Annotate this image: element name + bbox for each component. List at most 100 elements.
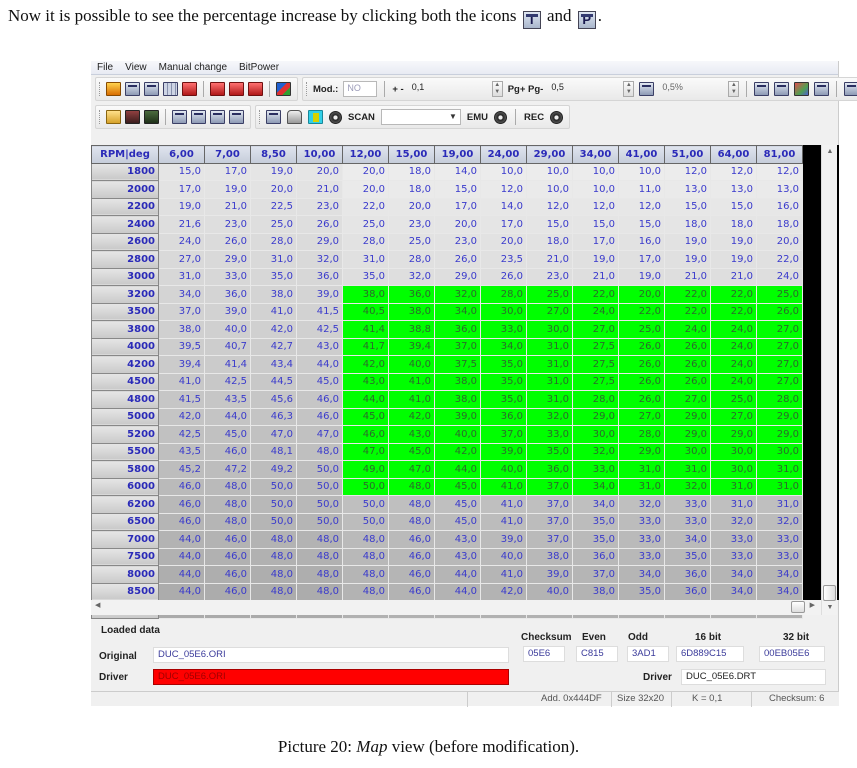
map-cell[interactable]: 31,0 xyxy=(710,495,757,514)
map-cell[interactable]: 39,5 xyxy=(158,337,205,356)
map-cell[interactable]: 48,0 xyxy=(342,530,389,549)
map-cell[interactable]: 30,0 xyxy=(710,442,757,461)
map-cell[interactable]: 12,0 xyxy=(710,162,757,181)
map-cell[interactable]: 45,0 xyxy=(388,442,435,461)
table-split-icon[interactable] xyxy=(229,110,244,124)
map-cell[interactable]: 35,0 xyxy=(342,267,389,286)
map-cell[interactable]: 37,0 xyxy=(526,512,573,531)
map-cell[interactable]: 40,0 xyxy=(480,460,527,479)
map-cell[interactable]: 31,0 xyxy=(342,250,389,269)
map-cell[interactable]: 31,0 xyxy=(664,460,711,479)
checksum-field[interactable]: 05E6 xyxy=(523,646,565,662)
map-cell[interactable]: 30,0 xyxy=(572,425,619,444)
map-cell[interactable]: 29,0 xyxy=(756,425,803,444)
map-cell[interactable]: 42,0 xyxy=(342,355,389,374)
map-cell[interactable]: 44,5 xyxy=(250,372,297,391)
map-cell[interactable]: 29,0 xyxy=(664,425,711,444)
map-cell[interactable]: 31,0 xyxy=(756,495,803,514)
map-cell[interactable]: 46,0 xyxy=(158,512,205,531)
row-header-rpm[interactable]: 8000 xyxy=(91,565,159,584)
map-cell[interactable]: 11,0 xyxy=(618,180,665,199)
map-cell[interactable]: 42,0 xyxy=(158,407,205,426)
map-cell[interactable]: 46,0 xyxy=(342,425,389,444)
map-cell[interactable]: 34,0 xyxy=(664,530,711,549)
map-cell[interactable]: 21,0 xyxy=(664,267,711,286)
map-cell[interactable]: 15,0 xyxy=(526,215,573,234)
home-icon[interactable] xyxy=(106,82,121,96)
map-cell[interactable]: 42,5 xyxy=(296,320,343,339)
map-cell[interactable]: 41,0 xyxy=(158,372,205,391)
map-cell[interactable]: 38,0 xyxy=(434,390,481,409)
map-cell[interactable]: 33,0 xyxy=(756,547,803,566)
map-cell[interactable]: 21,6 xyxy=(158,215,205,234)
map-cell[interactable]: 38,0 xyxy=(526,547,573,566)
map-cell[interactable]: 13,0 xyxy=(664,180,711,199)
map-cell[interactable]: 41,0 xyxy=(480,495,527,514)
map-cell[interactable]: 31,0 xyxy=(526,372,573,391)
map-cell[interactable]: 29,0 xyxy=(434,267,481,286)
color-map-icon[interactable] xyxy=(794,82,810,96)
row-header-rpm[interactable]: 7000 xyxy=(91,530,159,549)
map-cell[interactable]: 45,0 xyxy=(434,512,481,531)
table-t-icon[interactable] xyxy=(210,110,225,124)
map-cell[interactable]: 32,0 xyxy=(664,477,711,496)
map-cell[interactable]: 23,5 xyxy=(480,250,527,269)
map-cell[interactable]: 44,0 xyxy=(158,547,205,566)
scroll-right-icon[interactable]: ▶ xyxy=(810,601,815,609)
table-filter-icon[interactable] xyxy=(266,110,281,124)
map-cell[interactable]: 24,0 xyxy=(710,337,757,356)
map-cell[interactable]: 39,4 xyxy=(388,337,435,356)
map-cell[interactable]: 25,0 xyxy=(710,390,757,409)
map-cell[interactable]: 16,0 xyxy=(618,232,665,251)
map-cell[interactable]: 48,0 xyxy=(204,512,251,531)
map-cell[interactable]: 18,0 xyxy=(526,232,573,251)
map-cell[interactable]: 36,0 xyxy=(204,285,251,304)
row-header-rpm[interactable]: 3500 xyxy=(91,302,159,321)
map-cell[interactable]: 41,0 xyxy=(480,565,527,584)
map-cell[interactable]: 40,0 xyxy=(480,547,527,566)
map-cell[interactable]: 15,0 xyxy=(434,180,481,199)
row-header-rpm[interactable]: 2600 xyxy=(91,232,159,251)
spin-up-icon[interactable]: ▲ xyxy=(624,82,633,89)
map-cell[interactable]: 12,0 xyxy=(756,162,803,181)
map-cell[interactable]: 28,0 xyxy=(618,425,665,444)
row-header-rpm[interactable]: 2000 xyxy=(91,180,159,199)
map-cell[interactable]: 23,0 xyxy=(388,215,435,234)
driver-file-field[interactable]: DUC_05E6.ORI xyxy=(153,669,509,685)
map-cell[interactable]: 28,0 xyxy=(250,232,297,251)
map-cell[interactable]: 39,0 xyxy=(204,302,251,321)
map-cell[interactable]: 50,0 xyxy=(296,495,343,514)
map-cell[interactable]: 15,0 xyxy=(664,197,711,216)
map-cell[interactable]: 43,0 xyxy=(434,547,481,566)
map-cell[interactable]: 32,0 xyxy=(434,285,481,304)
map-cell[interactable]: 46,0 xyxy=(204,565,251,584)
map-cell[interactable]: 26,0 xyxy=(618,337,665,356)
lock-icon[interactable] xyxy=(287,110,302,124)
column-header[interactable]: 24,00 xyxy=(480,145,527,164)
map-cell[interactable]: 17,0 xyxy=(158,180,205,199)
map-cell[interactable]: 50,0 xyxy=(250,512,297,531)
map-cell[interactable]: 48,0 xyxy=(250,547,297,566)
pg-input[interactable]: 0,5 xyxy=(548,81,618,97)
map-cell[interactable]: 50,0 xyxy=(342,512,389,531)
map-cell[interactable]: 48,0 xyxy=(250,530,297,549)
scroll-down-icon[interactable]: ▼ xyxy=(822,601,838,615)
original-file-field[interactable]: DUC_05E6.ORI xyxy=(153,647,509,663)
map-cell[interactable]: 42,0 xyxy=(434,442,481,461)
map-cell[interactable]: 26,0 xyxy=(618,372,665,391)
map-cell[interactable]: 44,0 xyxy=(434,582,481,601)
map-cell[interactable]: 41,4 xyxy=(342,320,389,339)
map-cell[interactable]: 21,0 xyxy=(204,197,251,216)
map-cell[interactable]: 20,0 xyxy=(388,197,435,216)
map-cell[interactable]: 12,0 xyxy=(572,197,619,216)
map-cell[interactable]: 17,0 xyxy=(204,162,251,181)
map-cell[interactable]: 48,0 xyxy=(296,547,343,566)
map-cell[interactable]: 29,0 xyxy=(618,442,665,461)
map-cell[interactable]: 43,0 xyxy=(388,425,435,444)
map-cell[interactable]: 22,0 xyxy=(756,250,803,269)
map-cell[interactable]: 34,0 xyxy=(756,582,803,601)
map-cell[interactable]: 20,0 xyxy=(342,180,389,199)
map-cell[interactable]: 30,0 xyxy=(480,302,527,321)
map-cell[interactable]: 20,0 xyxy=(434,215,481,234)
map-cell[interactable]: 27,0 xyxy=(572,320,619,339)
